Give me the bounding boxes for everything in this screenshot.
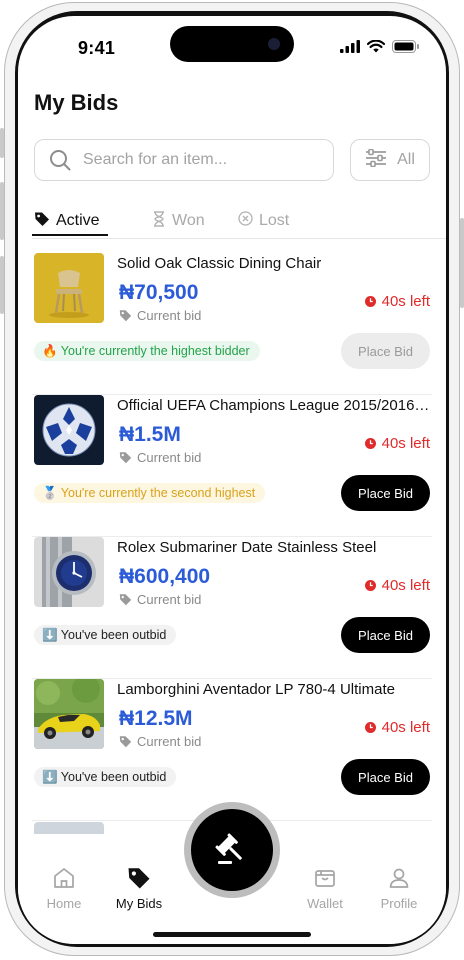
clock-icon bbox=[364, 438, 376, 449]
camera-icon bbox=[268, 38, 280, 50]
product-name: Official UEFA Champions League 2015/2016… bbox=[117, 397, 432, 414]
wifi-icon bbox=[367, 40, 385, 53]
caption-text: Current bid bbox=[137, 592, 202, 607]
home-icon bbox=[54, 868, 74, 888]
dynamic-island bbox=[170, 26, 294, 62]
tab-lost[interactable]: Lost bbox=[238, 208, 289, 234]
current-bid-caption: Current bid bbox=[119, 734, 201, 749]
nav-home[interactable]: Home bbox=[29, 864, 99, 911]
battery-icon bbox=[392, 40, 419, 53]
place-bid-button[interactable]: Place Bid bbox=[341, 475, 430, 511]
bid-item[interactable]: Lamborghini Aventador LP 780-4 Ultimate … bbox=[32, 679, 432, 821]
bid-item[interactable]: Official UEFA Champions League 2015/2016… bbox=[32, 395, 432, 537]
current-bid-caption: Current bid bbox=[119, 592, 201, 607]
place-bid-button[interactable]: Place Bid bbox=[341, 333, 430, 369]
time-left: 40s left bbox=[364, 435, 430, 452]
current-bid-amount: ₦12.5M bbox=[119, 707, 193, 730]
product-name: Solid Oak Classic Dining Chair bbox=[117, 255, 322, 272]
status-badge: 🔥 You're currently the highest bidder bbox=[34, 341, 260, 361]
signal-icon bbox=[340, 40, 360, 53]
wallet-icon bbox=[315, 870, 335, 887]
product-image-chair bbox=[34, 253, 104, 323]
place-bid-button[interactable]: Place Bid bbox=[341, 759, 430, 795]
tag-icon bbox=[119, 594, 132, 606]
nav-label: My Bids bbox=[115, 896, 163, 911]
bid-item[interactable]: Solid Oak Classic Dining Chair ₦70,500 C… bbox=[32, 253, 432, 395]
home-indicator bbox=[153, 932, 311, 937]
clock-icon bbox=[364, 722, 376, 733]
clock-icon bbox=[364, 580, 376, 591]
product-image-ball bbox=[34, 395, 104, 465]
auction-button[interactable] bbox=[191, 809, 273, 891]
caption-text: Current bid bbox=[137, 734, 202, 749]
power-button bbox=[460, 218, 464, 308]
time-left-text: 40s left bbox=[381, 577, 430, 594]
nav-label: Profile bbox=[380, 896, 418, 911]
time-left: 40s left bbox=[364, 293, 430, 310]
nav-label: Home bbox=[46, 896, 82, 911]
bid-item[interactable]: Rolex Submariner Date Stainless Steel ₦6… bbox=[32, 537, 432, 679]
time-left-text: 40s left bbox=[381, 435, 430, 452]
product-image-watch bbox=[34, 537, 104, 607]
search-bar[interactable] bbox=[34, 139, 334, 181]
nav-my-bids[interactable]: My Bids bbox=[104, 864, 174, 911]
filter-button[interactable]: All bbox=[350, 139, 430, 181]
current-bid-caption: Current bid bbox=[119, 308, 201, 323]
nav-label: Wallet bbox=[307, 896, 343, 911]
product-image-partial bbox=[34, 822, 104, 834]
tag-icon bbox=[128, 868, 150, 889]
caption-text: Current bid bbox=[137, 308, 202, 323]
tab-won[interactable]: Won bbox=[152, 208, 205, 234]
tab-label: Active bbox=[56, 212, 100, 229]
tag-icon bbox=[119, 310, 132, 322]
time-left: 40s left bbox=[364, 577, 430, 594]
tag-icon bbox=[34, 211, 50, 232]
product-image-car bbox=[34, 679, 104, 749]
current-bid-amount: ₦1.5M bbox=[119, 423, 181, 446]
filter-label: All bbox=[397, 151, 415, 168]
current-bid-amount: ₦70,500 bbox=[119, 281, 199, 304]
status-badge: ⬇️ You've been outbid bbox=[34, 767, 177, 787]
caption-text: Current bid bbox=[137, 450, 202, 465]
current-bid-amount: ₦600,400 bbox=[119, 565, 211, 588]
search-input[interactable] bbox=[81, 150, 305, 170]
tab-label: Won bbox=[172, 212, 205, 229]
tag-icon bbox=[119, 736, 132, 748]
status-badge: ⬇️ You've been outbid bbox=[34, 625, 177, 645]
nav-profile[interactable]: Profile bbox=[364, 864, 434, 911]
x-circle-icon bbox=[238, 211, 253, 231]
time-left-text: 40s left bbox=[381, 719, 430, 736]
page-title: My Bids bbox=[34, 90, 119, 115]
current-bid-caption: Current bid bbox=[119, 450, 201, 465]
status-badge: 🥈 You're currently the second highest bbox=[34, 483, 266, 503]
gavel-icon bbox=[215, 833, 242, 864]
tag-icon bbox=[119, 452, 132, 464]
status-icons bbox=[340, 40, 420, 53]
time-left-text: 40s left bbox=[381, 293, 430, 310]
product-name: Rolex Submariner Date Stainless Steel bbox=[117, 539, 377, 556]
place-bid-button[interactable]: Place Bid bbox=[341, 617, 430, 653]
hourglass-icon bbox=[152, 210, 166, 232]
nav-wallet[interactable]: Wallet bbox=[290, 864, 360, 911]
status-time: 9:41 bbox=[78, 38, 116, 58]
bid-tabs: Active Won Lost bbox=[32, 208, 446, 239]
search-icon bbox=[49, 149, 71, 171]
screen: 9:41 My Bids All Active Won bbox=[18, 16, 446, 944]
time-left: 40s left bbox=[364, 719, 430, 736]
profile-icon bbox=[389, 868, 409, 888]
active-tab-indicator bbox=[32, 234, 108, 236]
sliders-icon bbox=[365, 148, 387, 172]
tab-label: Lost bbox=[259, 212, 290, 229]
tab-active[interactable]: Active bbox=[34, 208, 100, 234]
clock-icon bbox=[364, 296, 376, 307]
product-name: Lamborghini Aventador LP 780-4 Ultimate bbox=[117, 681, 395, 698]
